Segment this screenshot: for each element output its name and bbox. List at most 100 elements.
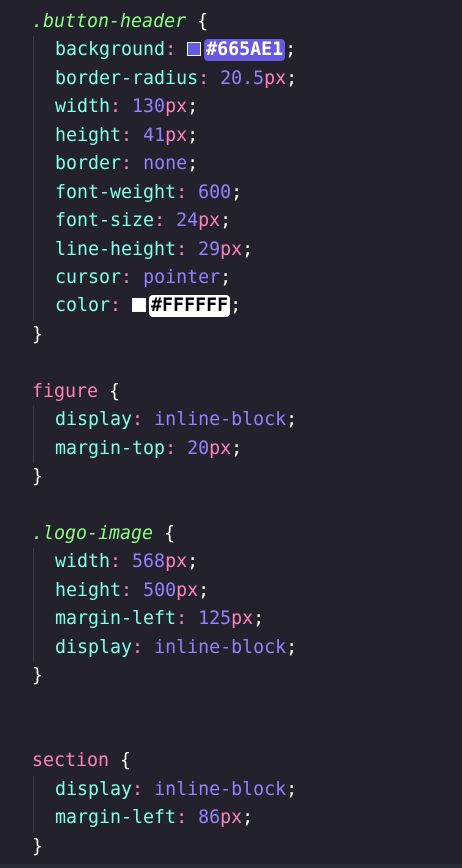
close-brace: } <box>32 835 44 857</box>
colon: : <box>154 210 177 232</box>
close-brace: } <box>32 323 44 345</box>
semicolon: ; <box>286 636 298 658</box>
css-keyword-value: pointer <box>143 266 221 288</box>
code-line-declaration[interactable]: height: 41px; <box>0 121 462 151</box>
semicolon: ; <box>231 181 243 203</box>
css-number: 29 <box>198 238 221 260</box>
indent-guide <box>33 64 34 94</box>
css-unit: px <box>176 579 199 601</box>
indent-guide <box>33 235 34 264</box>
code-line-declaration[interactable]: height: 500px; <box>0 576 462 606</box>
colon: : <box>176 181 199 203</box>
code-line-declaration[interactable]: margin-left: 86px; <box>0 804 462 833</box>
code-line-declaration[interactable]: margin-left: 125px; <box>0 605 462 634</box>
code-line-close[interactable]: } <box>0 463 462 491</box>
code-line-declaration[interactable]: width: 568px; <box>0 548 462 577</box>
code-line-close[interactable]: } <box>0 662 462 690</box>
css-selector: .logo-image <box>32 522 154 544</box>
code-line-selector[interactable]: figure { <box>0 378 462 406</box>
code-line-declaration[interactable]: border: none; <box>0 150 462 179</box>
code-line-selector[interactable]: section { <box>0 747 462 775</box>
colon: : <box>176 608 199 630</box>
indent-guide <box>33 406 34 435</box>
semicolon: ; <box>286 409 298 431</box>
indent-guide <box>33 150 34 179</box>
code-line-declaration[interactable]: width: 130px; <box>0 93 462 122</box>
semicolon: ; <box>187 551 199 573</box>
indent-guide <box>33 605 34 634</box>
css-property: display <box>55 778 133 800</box>
css-property: margin-top <box>55 437 166 459</box>
colon: : <box>132 409 155 431</box>
semicolon: ; <box>230 295 242 317</box>
code-line-empty[interactable] <box>0 349 462 377</box>
code-line-selector[interactable]: .button-header { <box>0 8 462 36</box>
code-line-empty[interactable] <box>0 691 462 719</box>
color-swatch-icon[interactable] <box>132 298 147 313</box>
open-brace: { <box>98 380 121 402</box>
colon: : <box>121 153 144 175</box>
semicolon: ; <box>220 210 232 232</box>
css-number: 86 <box>198 807 221 829</box>
color-swatch-icon[interactable] <box>187 42 202 57</box>
css-unit: px <box>220 238 243 260</box>
colon: : <box>165 437 188 459</box>
css-number: 130 <box>132 96 166 118</box>
css-unit: px <box>198 210 221 232</box>
code-line-declaration[interactable]: line-height: 29px; <box>0 235 462 264</box>
colon: : <box>121 579 144 601</box>
css-keyword-value: inline-block <box>154 778 287 800</box>
code-line-declaration[interactable]: display: inline-block; <box>0 633 462 663</box>
semicolon: ; <box>187 96 199 118</box>
code-line-declaration[interactable]: display: inline-block; <box>0 406 462 435</box>
css-property: background <box>55 39 166 61</box>
css-property: display <box>55 409 133 431</box>
indent-guide <box>33 576 34 606</box>
css-keyword-value: inline-block <box>154 409 287 431</box>
semicolon: ; <box>242 238 254 260</box>
code-line-empty[interactable] <box>0 719 462 747</box>
colon: : <box>176 807 199 829</box>
css-property: width <box>55 551 111 573</box>
indent-guide <box>33 36 34 65</box>
semicolon: ; <box>242 807 254 829</box>
semicolon: ; <box>231 437 243 459</box>
open-brace: { <box>186 11 209 32</box>
css-number: 600 <box>198 181 232 203</box>
css-property: height <box>55 579 122 601</box>
css-number: 24 <box>176 210 199 232</box>
colon: : <box>176 238 199 260</box>
indent-guide <box>33 434 34 463</box>
close-brace: } <box>32 665 44 687</box>
code-line-declaration[interactable]: background: #665AE1; <box>0 36 462 65</box>
css-selector: figure <box>32 380 99 402</box>
code-line-declaration[interactable]: cursor: pointer; <box>0 263 462 293</box>
code-line-declaration[interactable]: font-weight: 600; <box>0 178 462 208</box>
code-editor[interactable]: .button-header {background: #665AE1; bord… <box>0 8 462 861</box>
code-line-declaration[interactable]: font-size: 24px; <box>0 207 462 236</box>
semicolon: ; <box>220 266 232 288</box>
code-line-close[interactable]: } <box>0 833 462 861</box>
css-property: border <box>55 153 122 175</box>
semicolon: ; <box>285 39 297 61</box>
code-line-declaration[interactable]: display: inline-block; <box>0 775 462 805</box>
code-line-empty[interactable] <box>0 491 462 519</box>
semicolon: ; <box>286 778 298 800</box>
semicolon: ; <box>187 124 199 146</box>
colon: : <box>132 778 155 800</box>
indent-guide <box>33 775 34 805</box>
css-property: width <box>55 96 111 118</box>
code-line-declaration[interactable]: color: #FFFFFF; <box>0 292 462 321</box>
horizontal-scrollbar-track[interactable] <box>0 864 462 868</box>
indent-guide <box>33 178 34 208</box>
code-line-close[interactable]: } <box>0 321 462 349</box>
code-line-declaration[interactable]: margin-top: 20px; <box>0 434 462 463</box>
color-value-highlight: #665AE1 <box>204 39 286 62</box>
css-selector: .button-header <box>32 11 187 32</box>
css-unit: px <box>231 608 254 630</box>
css-number: 20.5 <box>220 67 265 89</box>
code-line-declaration[interactable]: border-radius: 20.5px; <box>0 64 462 94</box>
code-line-selector[interactable]: .logo-image { <box>0 520 462 548</box>
semicolon: ; <box>253 608 265 630</box>
open-brace: { <box>109 750 132 772</box>
